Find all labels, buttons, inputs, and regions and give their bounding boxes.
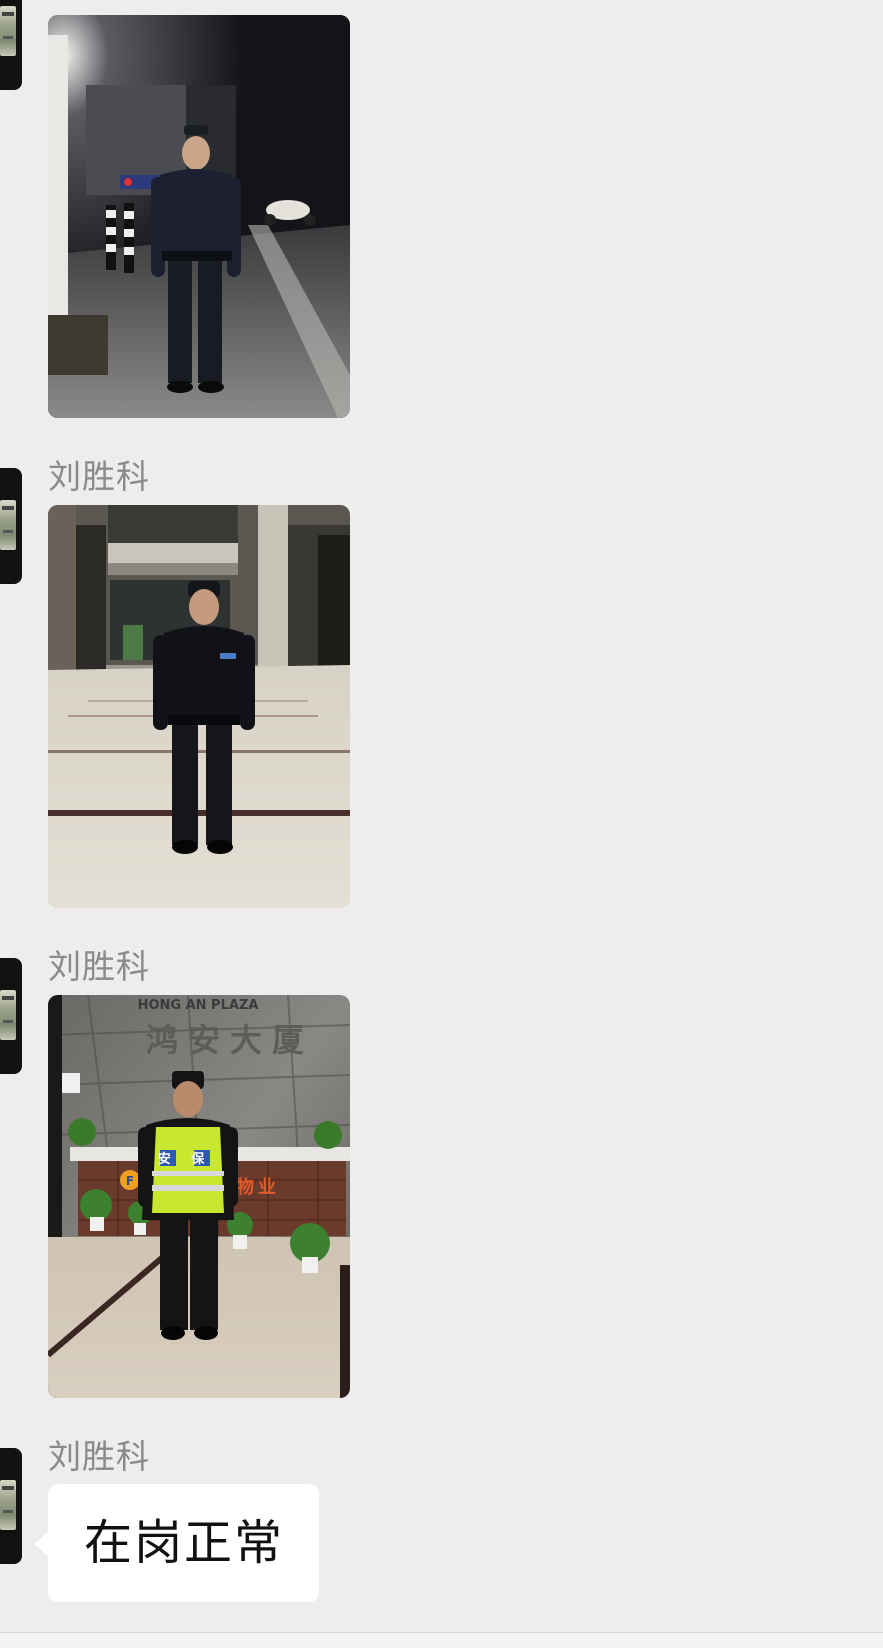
svg-text:F: F: [126, 1174, 134, 1188]
image-message-3[interactable]: HONG AN PLAZA 鸿安大厦 F 物业 安 保: [48, 995, 350, 1398]
desk-text: 物业: [236, 1176, 280, 1198]
sender-avatar[interactable]: [0, 468, 22, 584]
sender-avatar[interactable]: [0, 0, 22, 90]
input-bar[interactable]: [0, 1633, 883, 1648]
bubble-tail: [34, 1531, 49, 1557]
sender-name: 刘胜科: [48, 947, 150, 986]
vest-text: 安 保: [158, 1151, 213, 1167]
sender-name: 刘胜科: [48, 457, 150, 496]
image-message-1[interactable]: [48, 15, 350, 418]
message-text: 在岗正常: [84, 1515, 285, 1571]
image-message-2[interactable]: [48, 505, 350, 908]
sender-avatar[interactable]: [0, 1448, 22, 1564]
sign-latin-text: HONG AN PLAZA: [138, 998, 259, 1013]
sender-name: 刘胜科: [48, 1437, 150, 1476]
sign-text: 鸿安大厦: [146, 1021, 314, 1059]
chat-message-list[interactable]: 刘胜科 刘胜科 HONG AN PLAZA 鸿安大厦 F 物业 安 保 刘胜科 …: [0, 0, 883, 1632]
text-message-bubble[interactable]: 在岗正常: [48, 1484, 319, 1602]
sender-avatar[interactable]: [0, 958, 22, 1074]
